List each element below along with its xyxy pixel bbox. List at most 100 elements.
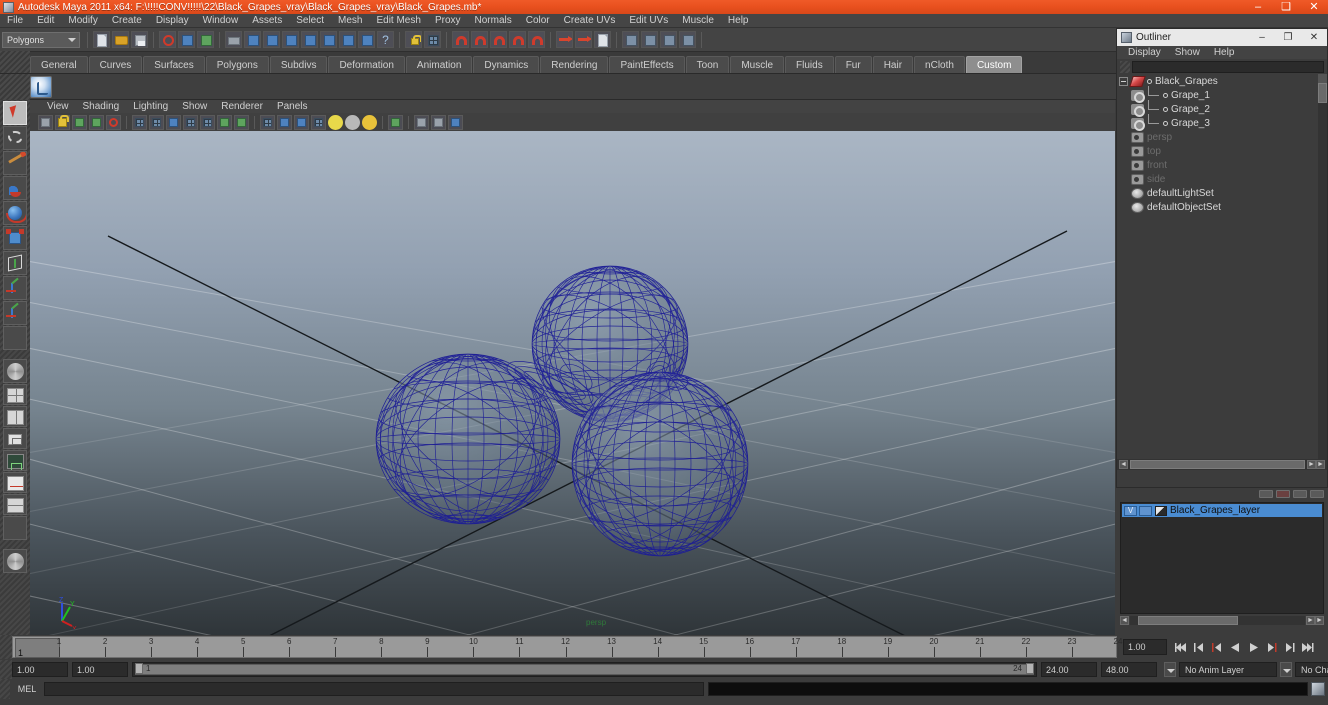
scroll-left-icon[interactable]: ◄ xyxy=(1119,460,1128,469)
animation-start-field[interactable]: 1.00 xyxy=(12,662,68,677)
scrollbar-thumb[interactable] xyxy=(1318,83,1327,103)
select-camera-icon[interactable] xyxy=(38,114,53,130)
lock-camera-icon[interactable] xyxy=(55,114,70,130)
smooth-shade-all-icon[interactable] xyxy=(183,114,198,130)
snap-to-point-button[interactable] xyxy=(490,31,507,48)
select-by-object-type-button[interactable] xyxy=(178,31,195,48)
scroll-up-icon[interactable] xyxy=(1318,74,1327,83)
viewport-menu-lighting[interactable]: Lighting xyxy=(126,101,175,113)
menu-proxy[interactable]: Proxy xyxy=(428,14,468,27)
outliner-menu-help[interactable]: Help xyxy=(1207,47,1242,59)
use-all-lights-icon[interactable] xyxy=(234,114,249,130)
show-manipulator-tool[interactable] xyxy=(3,301,27,325)
outliner-item-grape-3[interactable]: Grape_3 xyxy=(1117,113,1327,131)
range-end-handle[interactable] xyxy=(1026,663,1034,674)
layer-list-scrollbar[interactable]: ◄ ► ► xyxy=(1120,615,1324,626)
go-to-start-button[interactable] xyxy=(1173,638,1190,656)
x-ray-icon[interactable] xyxy=(277,114,292,130)
range-start-field[interactable]: 1.00 xyxy=(72,662,128,677)
share-icon[interactable] xyxy=(448,114,463,130)
outliner-vertical-scrollbar[interactable] xyxy=(1318,74,1327,459)
minimize-button[interactable]: – xyxy=(1244,0,1272,14)
character-set-dropdown[interactable]: No Character Set xyxy=(1295,662,1328,677)
lock-selection-button[interactable] xyxy=(405,31,422,48)
outliner-item-persp[interactable]: persp xyxy=(1117,130,1327,144)
render-current-frame-button[interactable] xyxy=(622,31,639,48)
viewport-menu-view[interactable]: View xyxy=(40,101,76,113)
outliner-close-button[interactable]: ✕ xyxy=(1301,29,1327,46)
range-start-handle[interactable] xyxy=(135,663,143,674)
save-scene-button[interactable] xyxy=(131,31,148,48)
grease-pencil-icon[interactable] xyxy=(149,114,164,130)
range-slider-bar[interactable]: 1 24 xyxy=(132,662,1037,677)
layout-hypergraph-persp[interactable] xyxy=(3,428,27,449)
two-d-pan-zoom-icon[interactable] xyxy=(132,114,147,130)
last-tool-used[interactable] xyxy=(3,326,27,350)
layer-playback-toggle[interactable] xyxy=(1139,505,1152,516)
shelf-tab-general[interactable]: General xyxy=(30,56,88,73)
command-line-drag-handle[interactable] xyxy=(0,679,10,699)
wireframe-shading-icon[interactable] xyxy=(166,114,181,130)
select-by-component-type-button[interactable] xyxy=(197,31,214,48)
outliner-item-default-light-set[interactable]: defaultLightSet xyxy=(1117,186,1327,200)
display-layer-list[interactable]: V Black_Grapes_layer xyxy=(1120,502,1324,614)
shelf-tab-hair[interactable]: Hair xyxy=(872,56,914,73)
layout-single-perspective[interactable] xyxy=(3,359,27,383)
play-backwards-button[interactable] xyxy=(1227,638,1244,656)
menu-edit-mesh[interactable]: Edit Mesh xyxy=(369,14,427,27)
menu-create-uvs[interactable]: Create UVs xyxy=(557,14,623,27)
menu-select[interactable]: Select xyxy=(289,14,331,27)
bookmark-icon[interactable] xyxy=(89,114,104,130)
snap-to-grid-button[interactable] xyxy=(452,31,469,48)
menu-edit-uvs[interactable]: Edit UVs xyxy=(622,14,675,27)
isolate-select-icon[interactable] xyxy=(388,114,403,130)
menu-modify[interactable]: Modify xyxy=(61,14,104,27)
select-tool[interactable] xyxy=(3,101,27,125)
range-slider-drag-handle[interactable] xyxy=(0,660,12,679)
outliner-item-top[interactable]: top xyxy=(1117,144,1327,158)
menu-display[interactable]: Display xyxy=(149,14,196,27)
shelf-tab-toon[interactable]: Toon xyxy=(685,56,730,73)
range-end-field[interactable]: 24.00 xyxy=(1041,662,1097,677)
script-editor-button[interactable] xyxy=(1311,682,1325,696)
expand-collapse-icon[interactable] xyxy=(1119,76,1128,86)
paint-selection-tool[interactable] xyxy=(3,151,27,175)
rotate-tool[interactable] xyxy=(3,201,27,225)
play-forwards-button[interactable] xyxy=(1245,638,1262,656)
mask-surfaces-button[interactable] xyxy=(301,31,318,48)
shelf-tab-fluids[interactable]: Fluids xyxy=(785,56,834,73)
exposure-icon[interactable] xyxy=(328,114,343,130)
shelf-tab-muscle[interactable]: Muscle xyxy=(730,56,785,73)
animation-end-field[interactable]: 48.00 xyxy=(1101,662,1157,677)
outliner-menu-show[interactable]: Show xyxy=(1168,47,1207,59)
menu-create[interactable]: Create xyxy=(105,14,149,27)
shelf-item-vray-button[interactable] xyxy=(30,75,52,98)
layout-persp-graph[interactable] xyxy=(3,450,27,471)
new-scene-button[interactable] xyxy=(93,31,110,48)
scroll-right-icon[interactable]: ► xyxy=(1307,460,1316,469)
mask-handles-button[interactable] xyxy=(244,31,261,48)
outliner-minimize-button[interactable]: – xyxy=(1249,29,1275,46)
layer-row-black-grapes[interactable]: V Black_Grapes_layer xyxy=(1122,504,1322,517)
scale-tool[interactable] xyxy=(3,226,27,250)
viewport-menu-shading[interactable]: Shading xyxy=(76,101,127,113)
range-bar-inner[interactable] xyxy=(135,664,1034,675)
menu-color[interactable]: Color xyxy=(519,14,557,27)
layer-color-swatch[interactable] xyxy=(1155,505,1167,516)
menu-mesh[interactable]: Mesh xyxy=(331,14,369,27)
outliner-tree[interactable]: Black_Grapes Grape_1 Grape_2 Grape_3 per… xyxy=(1117,74,1327,459)
layout-four-view[interactable] xyxy=(3,384,27,405)
scroll-right-end-icon[interactable]: ► xyxy=(1316,460,1325,469)
x-ray-joints-icon[interactable] xyxy=(294,114,309,130)
anim-layer-menu-button[interactable] xyxy=(1280,662,1292,677)
render-settings-button[interactable] xyxy=(660,31,677,48)
viewport-menu-panels[interactable]: Panels xyxy=(270,101,315,113)
scrollbar-thumb[interactable] xyxy=(1130,460,1305,469)
layer-up-button[interactable] xyxy=(1293,490,1307,498)
current-frame-field[interactable]: 1.00 xyxy=(1123,639,1167,655)
layout-empty-slot[interactable] xyxy=(3,516,27,540)
outliner-item-front[interactable]: front xyxy=(1117,158,1327,172)
shelf-tab-subdivs[interactable]: Subdivs xyxy=(269,56,328,73)
shelf-tab-surfaces[interactable]: Surfaces xyxy=(143,56,205,73)
mask-rendering-button[interactable] xyxy=(358,31,375,48)
